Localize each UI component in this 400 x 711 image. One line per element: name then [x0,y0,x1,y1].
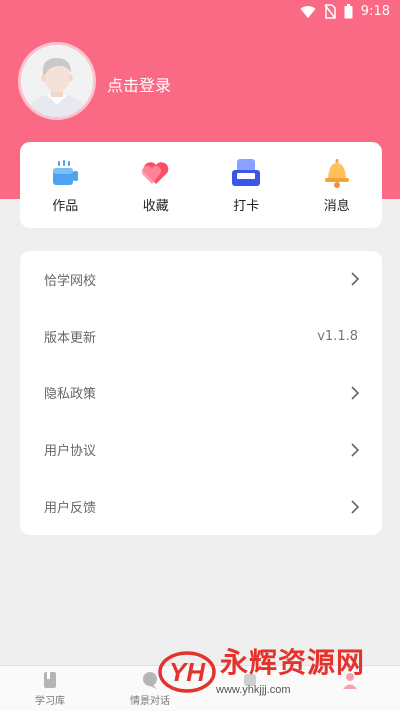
status-bar: 9:18 [0,0,400,24]
wifi-icon [300,5,316,19]
version-number: v1.1.8 [317,328,358,344]
yh-logo-icon: YH [158,651,216,693]
menu-item-school[interactable]: 恰学网校 [20,251,382,308]
quick-action-checkin[interactable]: 打卡 [206,157,286,214]
menu-item-label: 恰学网校 [44,273,97,289]
login-link[interactable]: 点击登录 [107,72,171,96]
svg-text:YH: YH [169,657,206,687]
menu-item-label: 用户协议 [44,444,97,460]
chevron-right-icon [351,272,360,286]
quick-actions-card: 作品 收藏 打卡 消息 [20,142,382,228]
menu-item-user-agreement[interactable]: 用户协议 [20,421,382,478]
chevron-right-icon [351,443,360,457]
watermark-title: 永辉资源网 [220,646,366,679]
watermark: YH 永辉资源网 www.yhkjjj.com [158,648,365,696]
book-icon [44,672,56,688]
quick-action-favorites[interactable]: 收藏 [116,157,196,214]
quick-action-works[interactable]: 作品 [25,157,105,214]
menu-item-label: 版本更新 [44,330,97,346]
menu-item-label: 隐私政策 [44,387,97,403]
watermark-url: www.yhkjjj.com [216,684,291,696]
avatar[interactable] [18,42,96,120]
tab-study-library[interactable]: 学习库 [5,666,95,707]
menu-item-privacy-policy[interactable]: 隐私政策 [20,365,382,422]
chevron-right-icon [351,386,360,400]
works-icon [53,159,79,185]
tab-label: 学习库 [35,696,65,707]
menu-item-version-update[interactable]: 版本更新 v1.1.8 [20,308,382,365]
quick-action-messages[interactable]: 消息 [297,157,377,214]
bell-icon [324,158,349,188]
settings-menu: 恰学网校 版本更新 v1.1.8 隐私政策 用户协议 用户反馈 [20,251,382,535]
chat-icon [143,672,157,689]
battery-icon [344,4,353,19]
clock-time: 9:18 [360,4,390,19]
quick-action-label: 消息 [323,198,350,214]
chevron-right-icon [351,500,360,514]
quick-action-label: 打卡 [233,198,260,214]
checkin-sofa-icon [232,158,261,186]
no-sim-icon [324,4,336,19]
menu-item-feedback[interactable]: 用户反馈 [20,478,382,535]
quick-action-label: 收藏 [142,198,169,214]
favorites-heart-icon [141,161,169,184]
quick-action-label: 作品 [52,198,79,214]
menu-item-label: 用户反馈 [44,501,97,517]
default-avatar-icon [21,45,93,117]
